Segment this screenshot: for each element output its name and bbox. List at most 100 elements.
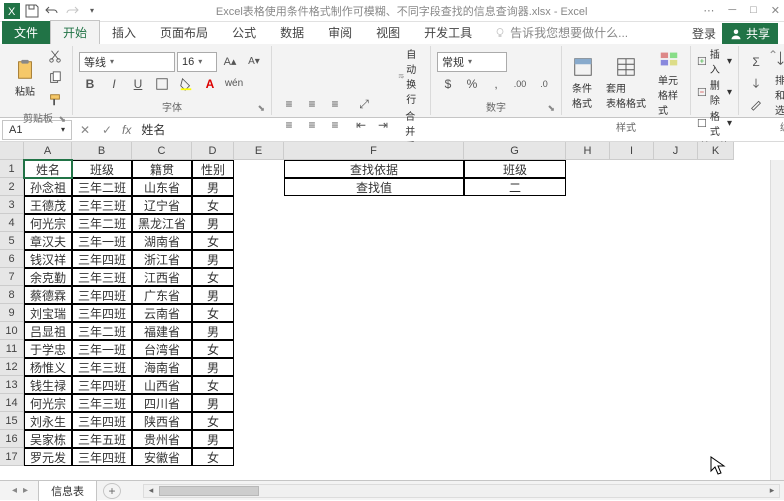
cell[interactable]: 二 <box>464 178 566 196</box>
share-button[interactable]: 共享 <box>722 23 778 44</box>
col-header[interactable]: K <box>698 142 734 160</box>
login-button[interactable]: 登录 <box>692 25 716 42</box>
orientation-button[interactable]: ⤢ <box>350 94 378 114</box>
cell[interactable]: 女 <box>192 376 234 394</box>
cell[interactable]: 三年三班 <box>72 196 132 214</box>
col-header[interactable]: J <box>654 142 698 160</box>
dialog-launcher-icon[interactable]: ⬊ <box>547 103 555 114</box>
cell[interactable]: 男 <box>192 214 234 232</box>
cell[interactable]: 三年三班 <box>72 358 132 376</box>
cell[interactable]: 男 <box>192 250 234 268</box>
cell[interactable]: 余克勤 <box>24 268 72 286</box>
paste-button[interactable]: 粘贴 <box>10 57 40 100</box>
enter-formula-button[interactable]: ✓ <box>96 123 118 137</box>
copy-button[interactable] <box>44 68 66 88</box>
conditional-format-button[interactable]: 条件格式 <box>568 54 598 112</box>
wrap-text-button[interactable]: 自动换行 <box>398 46 424 106</box>
cell[interactable]: 三年五班 <box>72 430 132 448</box>
font-name-combo[interactable]: 等线▾ <box>79 52 175 72</box>
cell[interactable]: 三年四班 <box>72 448 132 466</box>
maximize-icon[interactable]: □ <box>750 4 757 17</box>
col-header[interactable]: A <box>24 142 72 160</box>
scroll-right-icon[interactable]: ▸ <box>765 485 779 497</box>
tab-公式[interactable]: 公式 <box>220 21 268 44</box>
row-header[interactable]: 1 <box>0 160 24 178</box>
increase-indent-button[interactable]: ⇥ <box>372 115 394 135</box>
new-sheet-button[interactable]: + <box>103 483 121 499</box>
row-header[interactable]: 2 <box>0 178 24 196</box>
percent-button[interactable]: % <box>461 74 483 94</box>
cell[interactable]: 女 <box>192 448 234 466</box>
cell[interactable]: 江西省 <box>132 268 192 286</box>
align-bottom-button[interactable]: ≡ <box>324 94 346 114</box>
cell[interactable]: 王德茂 <box>24 196 72 214</box>
row-header[interactable]: 9 <box>0 304 24 322</box>
align-top-button[interactable]: ≡ <box>278 94 300 114</box>
autosum-button[interactable]: Σ <box>745 52 767 72</box>
cell[interactable]: 吴家栋 <box>24 430 72 448</box>
delete-cells-button[interactable]: 删除 ▾ <box>697 77 732 107</box>
cell[interactable]: 章汉夫 <box>24 232 72 250</box>
row-header[interactable]: 8 <box>0 286 24 304</box>
horizontal-scrollbar[interactable]: ◂ ▸ <box>143 484 780 498</box>
row-header[interactable]: 10 <box>0 322 24 340</box>
row-header[interactable]: 12 <box>0 358 24 376</box>
cell[interactable]: 男 <box>192 286 234 304</box>
cell[interactable]: 罗元发 <box>24 448 72 466</box>
decrease-font-button[interactable]: A▾ <box>243 52 265 72</box>
format-cells-button[interactable]: 格式 ▾ <box>697 108 732 138</box>
row-header[interactable]: 6 <box>0 250 24 268</box>
cell[interactable]: 三年三班 <box>72 268 132 286</box>
minimize-icon[interactable]: ─ <box>728 4 736 17</box>
save-icon[interactable] <box>24 3 40 19</box>
tab-开始[interactable]: 开始 <box>50 20 100 44</box>
row-header[interactable]: 5 <box>0 232 24 250</box>
cell[interactable]: 查找依据 <box>284 160 464 178</box>
row-header[interactable]: 13 <box>0 376 24 394</box>
col-header[interactable]: B <box>72 142 132 160</box>
dialog-launcher-icon[interactable]: ⬊ <box>58 114 66 125</box>
redo-icon[interactable] <box>64 3 80 19</box>
cell-styles-button[interactable]: 单元格样式 <box>654 46 684 119</box>
cell[interactable]: 安徽省 <box>132 448 192 466</box>
cell[interactable]: 三年四班 <box>72 286 132 304</box>
vertical-scrollbar[interactable] <box>770 160 784 480</box>
tab-审阅[interactable]: 审阅 <box>316 21 364 44</box>
qat-dropdown-icon[interactable]: ▾ <box>84 3 100 19</box>
cell[interactable]: 何光宗 <box>24 214 72 232</box>
tab-数据[interactable]: 数据 <box>268 21 316 44</box>
cell[interactable]: 女 <box>192 232 234 250</box>
cell[interactable]: 三年二班 <box>72 322 132 340</box>
cell[interactable]: 广东省 <box>132 286 192 304</box>
worksheet[interactable]: ABCDEFGHIJK 1234567891011121314151617 姓名… <box>0 142 784 480</box>
cell[interactable]: 籍贯 <box>132 160 192 178</box>
bold-button[interactable]: B <box>79 74 101 94</box>
row-header[interactable]: 14 <box>0 394 24 412</box>
font-color-button[interactable]: A <box>199 74 221 94</box>
cell[interactable]: 蔡德霖 <box>24 286 72 304</box>
cell[interactable]: 男 <box>192 322 234 340</box>
fx-icon[interactable]: fx <box>118 123 135 137</box>
cell[interactable]: 男 <box>192 430 234 448</box>
cell[interactable]: 男 <box>192 178 234 196</box>
cell[interactable]: 杨惟义 <box>24 358 72 376</box>
col-header[interactable]: C <box>132 142 192 160</box>
cell[interactable]: 三年一班 <box>72 340 132 358</box>
formula-bar[interactable]: 姓名 <box>135 121 784 138</box>
tab-开发工具[interactable]: 开发工具 <box>412 21 484 44</box>
cell[interactable]: 三年三班 <box>72 394 132 412</box>
cell[interactable]: 三年二班 <box>72 214 132 232</box>
close-icon[interactable]: ✕ <box>771 4 780 17</box>
cell[interactable]: 查找值 <box>284 178 464 196</box>
cell[interactable]: 钱汉祥 <box>24 250 72 268</box>
cell[interactable]: 三年四班 <box>72 304 132 322</box>
cell[interactable]: 四川省 <box>132 394 192 412</box>
cell[interactable]: 班级 <box>72 160 132 178</box>
tab-file[interactable]: 文件 <box>2 21 50 44</box>
cell[interactable]: 辽宁省 <box>132 196 192 214</box>
cell[interactable]: 女 <box>192 412 234 430</box>
cell[interactable]: 班级 <box>464 160 566 178</box>
row-header[interactable]: 15 <box>0 412 24 430</box>
cell[interactable]: 三年一班 <box>72 232 132 250</box>
cell[interactable]: 黑龙江省 <box>132 214 192 232</box>
